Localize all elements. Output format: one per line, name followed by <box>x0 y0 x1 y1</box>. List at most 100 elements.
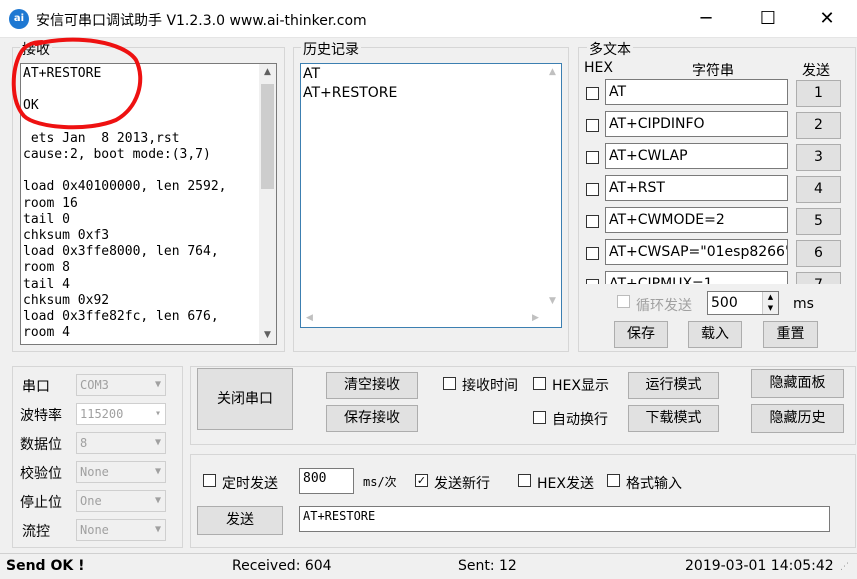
baud-label: 波特率 <box>20 408 62 424</box>
port-value: COM3 <box>80 378 109 392</box>
history-vscrollbar[interactable]: ▲ ▼ <box>544 64 561 310</box>
download-mode-button[interactable]: 下载模式 <box>628 405 719 432</box>
save-multi-button[interactable]: 保存 <box>614 321 668 348</box>
resize-grip-icon[interactable]: ⋰ <box>840 562 854 576</box>
hex-column-header: HEX <box>584 60 613 76</box>
stop-bits-value: One <box>80 494 102 508</box>
row-hex-checkbox[interactable] <box>586 247 599 260</box>
data-bits-label: 数据位 <box>20 437 62 453</box>
row-send-button[interactable]: 2 <box>796 112 841 139</box>
parity-value: None <box>80 465 109 479</box>
scroll-down-icon[interactable]: ▼ <box>259 327 276 344</box>
receive-time-checkbox[interactable] <box>443 377 456 390</box>
received-count: Received: 604 <box>232 558 332 574</box>
row-hex-checkbox[interactable] <box>586 279 599 284</box>
receive-time-label: 接收时间 <box>462 378 518 394</box>
history-item[interactable]: AT <box>303 66 320 82</box>
hex-send-label: HEX发送 <box>537 476 594 492</box>
interval-spinner[interactable]: ▲ ▼ <box>762 292 778 314</box>
row-send-button[interactable]: 6 <box>796 240 841 267</box>
window-title: 安信可串口调试助手 V1.2.3.0 www.ai-thinker.com <box>36 13 367 29</box>
row-text-input[interactable]: AT+CWMODE=2 <box>605 207 788 233</box>
interval-unit-label: ms <box>793 296 814 312</box>
history-item[interactable]: AT+RESTORE <box>303 85 397 101</box>
send-input[interactable]: AT+RESTORE <box>299 506 830 532</box>
minimize-button[interactable]: ─ <box>675 0 737 38</box>
row-text-input[interactable]: AT+CWSAP="01esp8266", <box>605 239 788 265</box>
scroll-left-icon[interactable]: ◀ <box>301 310 318 327</box>
load-multi-button[interactable]: 载入 <box>688 321 742 348</box>
chevron-down-icon: ▼ <box>154 437 161 448</box>
hex-display-label: HEX显示 <box>552 378 609 394</box>
timed-send-checkbox[interactable] <box>203 474 216 487</box>
chevron-down-icon: ▼ <box>154 379 161 390</box>
chevron-down-icon: ▼ <box>154 495 161 506</box>
multi-text-label: 多文本 <box>587 39 633 59</box>
parity-label: 校验位 <box>20 466 62 482</box>
parity-select[interactable]: None ▼ <box>76 461 166 483</box>
string-column-header: 字符串 <box>692 63 734 79</box>
scroll-up-icon[interactable]: ▲ <box>544 64 561 81</box>
row-hex-checkbox[interactable] <box>586 183 599 196</box>
row-send-button[interactable]: 1 <box>796 80 841 107</box>
auto-wrap-checkbox[interactable] <box>533 411 546 424</box>
baud-select[interactable]: 115200 ▾ <box>76 403 166 425</box>
interval-input[interactable]: 800 <box>299 468 354 494</box>
chevron-down-icon: ▼ <box>154 466 161 477</box>
interval-unit-label: ms/次 <box>363 475 397 489</box>
maximize-button[interactable]: ☐ <box>737 0 799 38</box>
run-mode-button[interactable]: 运行模式 <box>628 372 719 399</box>
sent-count: Sent: 12 <box>458 558 517 574</box>
clear-receive-button[interactable]: 清空接收 <box>326 372 418 399</box>
hex-send-checkbox[interactable] <box>518 474 531 487</box>
row-hex-checkbox[interactable] <box>586 87 599 100</box>
row-hex-checkbox[interactable] <box>586 215 599 228</box>
flow-control-select[interactable]: None ▼ <box>76 519 166 541</box>
loop-send-checkbox[interactable] <box>617 295 630 308</box>
row-hex-checkbox[interactable] <box>586 119 599 132</box>
row-send-button[interactable]: 4 <box>796 176 841 203</box>
history-list[interactable]: AT AT+RESTORE ▲ ▼ ◀ ▶ <box>300 63 562 328</box>
hide-panel-button[interactable]: 隐藏面板 <box>751 369 844 398</box>
history-hscrollbar[interactable]: ◀ ▶ <box>301 310 544 327</box>
port-label: 串口 <box>22 379 50 395</box>
row-text-input[interactable]: AT <box>605 79 788 105</box>
format-input-label: 格式输入 <box>626 476 682 492</box>
scroll-thumb[interactable] <box>261 84 274 189</box>
hide-history-button[interactable]: 隐藏历史 <box>751 404 844 433</box>
data-bits-select[interactable]: 8 ▼ <box>76 432 166 454</box>
scroll-down-icon[interactable]: ▼ <box>544 293 561 310</box>
flow-control-label: 流控 <box>22 524 50 540</box>
row-send-button[interactable]: 7 <box>796 272 841 284</box>
format-input-checkbox[interactable] <box>607 474 620 487</box>
hex-display-checkbox[interactable] <box>533 377 546 390</box>
row-text-input[interactable]: AT+RST <box>605 175 788 201</box>
status-bar: Send OK ! Received: 604 Sent: 12 2019-03… <box>0 553 857 579</box>
row-text-input[interactable]: AT+CWLAP <box>605 143 788 169</box>
baud-value: 115200 <box>80 407 124 421</box>
flow-control-value: None <box>80 523 109 537</box>
scroll-right-icon[interactable]: ▶ <box>527 310 544 327</box>
history-label: 历史记录 <box>301 39 361 59</box>
scroll-up-icon[interactable]: ▲ <box>259 64 276 81</box>
row-hex-checkbox[interactable] <box>586 151 599 164</box>
stop-bits-label: 停止位 <box>20 495 62 511</box>
stop-bits-select[interactable]: One ▼ <box>76 490 166 512</box>
send-newline-checkbox[interactable]: ✓ <box>415 474 428 487</box>
port-select[interactable]: COM3 ▼ <box>76 374 166 396</box>
spin-up-icon[interactable]: ▲ <box>763 292 778 303</box>
save-receive-button[interactable]: 保存接收 <box>326 405 418 432</box>
reset-multi-button[interactable]: 重置 <box>763 321 818 348</box>
row-send-button[interactable]: 3 <box>796 144 841 171</box>
receive-scrollbar[interactable]: ▲ ▼ <box>259 64 276 344</box>
auto-wrap-label: 自动换行 <box>552 412 608 428</box>
close-button[interactable]: ✕ <box>796 0 857 38</box>
send-newline-label: 发送新行 <box>434 476 490 492</box>
row-text-input[interactable]: AT+CIPDINFO <box>605 111 788 137</box>
row-text-input[interactable]: AT+CIPMUX=1 <box>605 271 788 284</box>
close-port-button[interactable]: 关闭串口 <box>197 368 293 430</box>
row-send-button[interactable]: 5 <box>796 208 841 235</box>
spin-down-icon[interactable]: ▼ <box>763 303 778 314</box>
send-group <box>190 454 856 548</box>
send-button[interactable]: 发送 <box>197 506 283 535</box>
